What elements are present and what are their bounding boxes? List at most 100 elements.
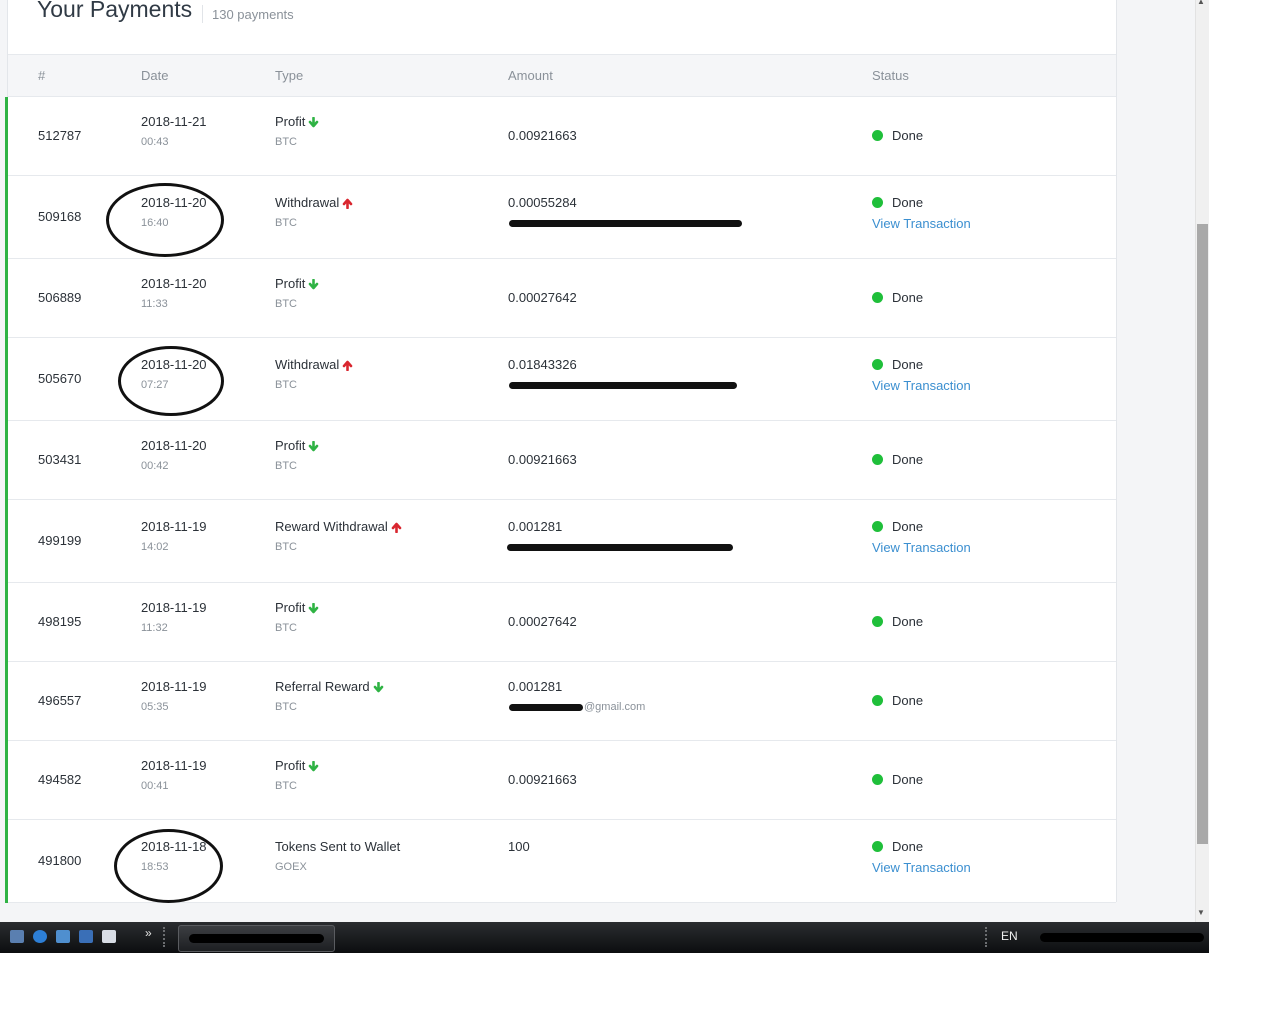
type-label: Profit (275, 600, 306, 615)
currency-label: BTC (275, 379, 297, 391)
view-transaction-link[interactable]: View Transaction (872, 540, 971, 555)
internet-explorer-icon[interactable] (33, 930, 47, 943)
column-header-amount[interactable]: Amount (508, 68, 553, 83)
date-text: 2018-11-19 (141, 679, 207, 694)
payment-status: Done (872, 772, 923, 787)
amount-value: 100 (508, 839, 530, 854)
row-accent-bar (5, 741, 8, 820)
payment-date: 2018-11-18 18:53 (141, 839, 207, 873)
payments-count: 130 payments (212, 7, 294, 22)
payment-status: Done (872, 693, 923, 708)
arrow-down-icon (309, 117, 319, 128)
payment-status: Done (872, 452, 923, 467)
taskbar-grip (163, 927, 169, 947)
column-header-number[interactable]: # (38, 68, 45, 83)
column-header-status[interactable]: Status (872, 68, 909, 83)
column-header-type[interactable]: Type (275, 68, 303, 83)
status-done-dot-icon (872, 616, 883, 627)
date-text: 2018-11-20 (141, 195, 207, 210)
status-done-dot-icon (872, 521, 883, 532)
payment-status: Done View Transaction (872, 195, 971, 231)
amount-value: 0.00921663 (508, 452, 577, 467)
amount-value: 0.001281 (508, 679, 563, 694)
time-text: 07:27 (141, 379, 169, 391)
taskbar-window-button[interactable] (178, 925, 335, 952)
payment-date: 2018-11-20 07:27 (141, 357, 207, 391)
payment-amount: 0.00921663 (508, 772, 577, 787)
arrow-down-icon (309, 603, 319, 614)
table-row: 494582 2018-11-19 00:41 Profit BTC 0.00921663… (5, 741, 1116, 820)
quicklaunch-more-icon[interactable]: » (145, 926, 152, 940)
currency-label: BTC (275, 460, 297, 472)
date-text: 2018-11-20 (141, 276, 207, 291)
payment-id: 505670 (38, 371, 82, 386)
status-text: Done (892, 693, 924, 708)
status-done-dot-icon (872, 695, 883, 706)
scroll-up-arrow-icon[interactable]: ▲ (1197, 0, 1205, 6)
payment-type: Profit BTC (275, 114, 319, 148)
currency-label: BTC (275, 701, 297, 713)
computer-icon[interactable] (56, 930, 70, 943)
currency-label: BTC (275, 136, 297, 148)
payment-date: 2018-11-19 11:32 (141, 600, 207, 634)
date-text: 2018-11-21 (141, 114, 207, 129)
type-label: Profit (275, 438, 306, 453)
payment-amount: 0.00921663 (508, 128, 577, 143)
table-row: 505670 2018-11-20 07:27 Withdrawal BTC 0.0184… (5, 338, 1116, 421)
row-accent-bar (5, 338, 8, 421)
payment-date: 2018-11-19 00:41 (141, 758, 207, 792)
scroll-down-arrow-icon[interactable]: ▼ (1197, 908, 1205, 917)
show-desktop-icon[interactable] (10, 930, 24, 943)
status-text: Done (892, 290, 924, 305)
table-header: # Date Type Amount Status (8, 55, 1116, 97)
date-text: 2018-11-19 (141, 519, 207, 534)
time-text: 00:41 (141, 780, 169, 792)
payment-status: Done (872, 128, 923, 143)
payment-amount: 0.00027642 (508, 614, 577, 629)
payments-panel: Your Payments 130 payments # Date Type A… (5, 0, 1117, 903)
date-text: 2018-11-18 (141, 839, 207, 854)
view-transaction-link[interactable]: View Transaction (872, 378, 971, 393)
payment-status: Done View Transaction (872, 519, 971, 555)
scrollbar-thumb[interactable] (1197, 224, 1208, 844)
table-row: 506889 2018-11-20 11:33 Profit BTC 0.00027642… (5, 259, 1116, 338)
payment-type: Tokens Sent to Wallet GOEX (275, 839, 400, 873)
row-accent-bar (5, 259, 8, 338)
window-switcher-icon[interactable] (102, 930, 116, 943)
row-accent-bar (5, 97, 8, 176)
view-transaction-link[interactable]: View Transaction (872, 860, 971, 875)
amount-value: 0.00921663 (508, 772, 577, 787)
row-accent-bar (5, 421, 8, 500)
row-accent-bar (5, 820, 8, 903)
column-header-date[interactable]: Date (141, 68, 168, 83)
payment-date: 2018-11-19 05:35 (141, 679, 207, 713)
currency-label: BTC (275, 298, 297, 310)
date-text: 2018-11-20 (141, 357, 207, 372)
time-text: 18:53 (141, 861, 169, 873)
payment-id: 498195 (38, 614, 82, 629)
page-title: Your Payments (37, 0, 193, 22)
status-text: Done (892, 772, 924, 787)
payment-amount: 0.00027642 (508, 290, 577, 305)
language-indicator[interactable]: EN (1001, 929, 1018, 943)
time-text: 16:40 (141, 217, 169, 229)
row-accent-bar (5, 500, 8, 583)
arrow-down-icon (309, 761, 319, 772)
payment-status: Done (872, 290, 923, 305)
date-text: 2018-11-19 (141, 600, 207, 615)
payment-amount: 100 (508, 839, 530, 854)
status-text: Done (892, 452, 924, 467)
view-transaction-link[interactable]: View Transaction (872, 216, 971, 231)
row-accent-bar (5, 176, 8, 259)
payment-id: 509168 (38, 209, 82, 224)
amount-value: 0.01843326 (508, 357, 577, 372)
payment-id: 496557 (38, 693, 82, 708)
payment-date: 2018-11-20 11:33 (141, 276, 207, 310)
arrow-down-icon (309, 279, 319, 290)
browser-viewport: Your Payments 130 payments # Date Type A… (0, 0, 1209, 953)
app-launcher-icon[interactable] (79, 930, 93, 943)
vertical-scrollbar[interactable]: ▲ ▼ (1195, 0, 1209, 922)
title-divider (202, 5, 203, 23)
payment-id: 491800 (38, 853, 82, 868)
payment-type: Withdrawal BTC (275, 195, 353, 229)
